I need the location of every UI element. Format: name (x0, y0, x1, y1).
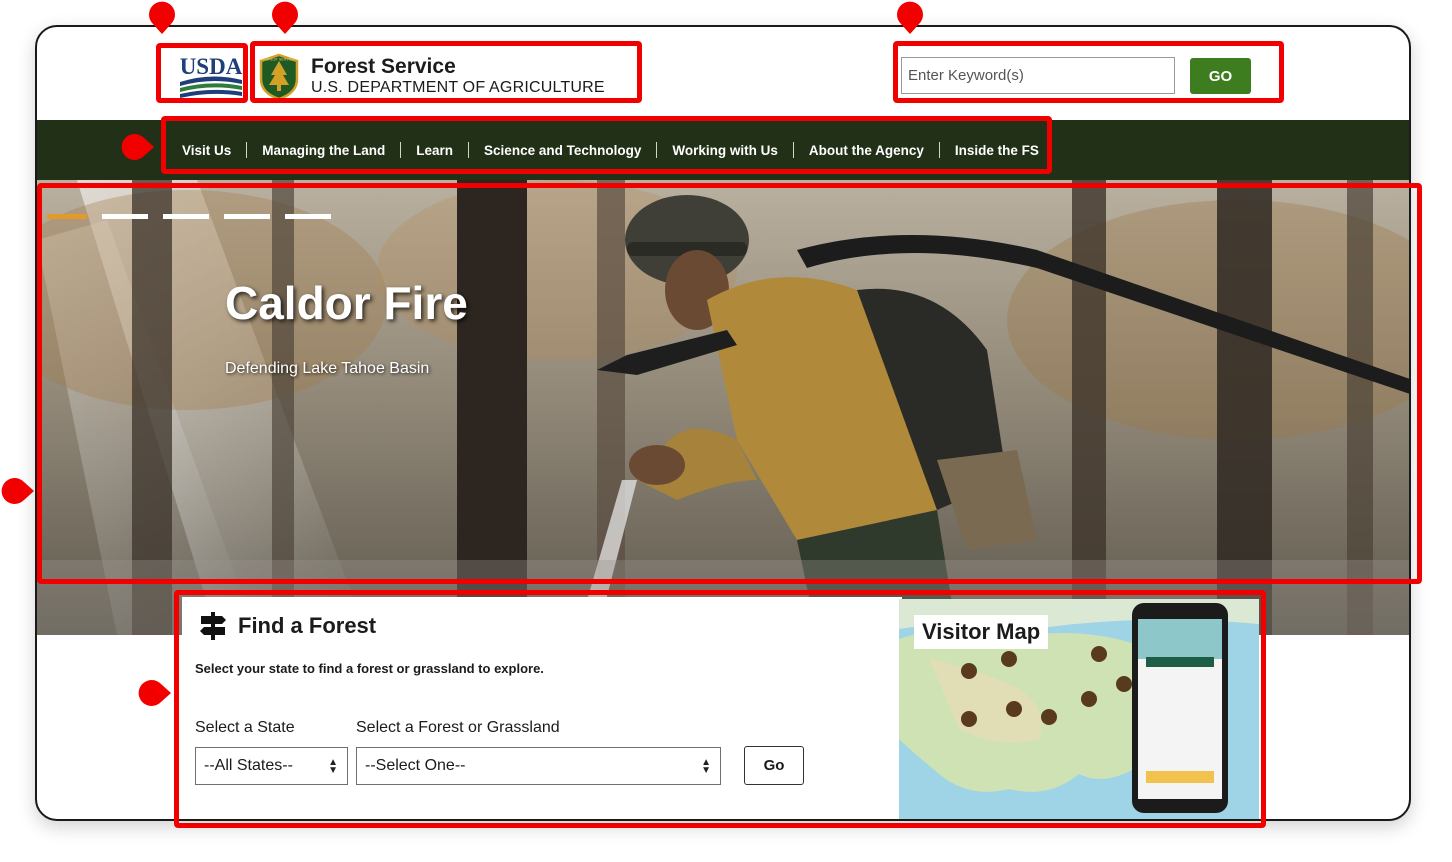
nav-managing-the-land[interactable]: Managing the Land (247, 143, 400, 158)
find-a-forest-title: Find a Forest (238, 613, 377, 638)
search-go-button[interactable]: GO (1190, 58, 1251, 94)
carousel-dot-2[interactable] (102, 214, 148, 219)
nav-learn[interactable]: Learn (401, 143, 468, 158)
find-a-forest-card: Find a Forest Select your state to find … (182, 597, 902, 819)
hero-carousel[interactable]: Caldor Fire Defending Lake Tahoe Basin (37, 180, 1409, 635)
nav-about-the-agency[interactable]: About the Agency (794, 143, 939, 158)
agency-name: Forest Service (311, 55, 456, 78)
state-select-label: Select a State (195, 719, 295, 736)
forest-service-shield-icon: FOREST SERVICE (259, 53, 299, 101)
nav-science-and-technology[interactable]: Science and Technology (469, 143, 656, 158)
signpost-icon (200, 612, 226, 640)
select-arrows-icon: ▲ ▼ (701, 757, 711, 776)
usda-logo-text: USDA (180, 54, 243, 79)
state-select-value: --All States-- (204, 757, 293, 774)
agency-subtitle: U.S. DEPARTMENT OF AGRICULTURE (311, 79, 605, 96)
carousel-dot-1[interactable] (47, 214, 87, 219)
nav-visit-us[interactable]: Visit Us (167, 143, 246, 158)
visitor-map-promo[interactable]: Visitor Map (899, 599, 1259, 819)
carousel-indicators (47, 214, 331, 219)
browser-frame: USDA FOREST SERVICE Forest Service U.S. … (35, 25, 1411, 821)
forest-select[interactable]: --Select One-- ▲ ▼ (356, 747, 721, 785)
state-select[interactable]: --All States-- ▲ ▼ (195, 747, 348, 785)
annotation-marker-5 (1, 478, 34, 504)
find-forest-go-button[interactable]: Go (744, 746, 804, 785)
usda-logo[interactable]: USDA (178, 52, 244, 98)
forest-select-value: --Select One-- (365, 757, 466, 774)
forest-select-label: Select a Forest or Grassland (356, 719, 560, 736)
hero-image (37, 180, 1409, 635)
forest-service-logo[interactable]: FOREST SERVICE Forest Service U.S. DEPAR… (257, 52, 605, 102)
visitor-map-label: Visitor Map (914, 615, 1049, 649)
carousel-dot-5[interactable] (285, 214, 331, 219)
shield-text: FOREST SERVICE (263, 58, 295, 62)
carousel-dot-4[interactable] (224, 214, 270, 219)
nav-working-with-us[interactable]: Working with Us (657, 143, 793, 158)
hero-subtitle: Defending Lake Tahoe Basin (225, 360, 430, 377)
hero-title[interactable]: Caldor Fire (225, 276, 468, 330)
main-nav: Visit Us Managing the Land Learn Science… (37, 120, 1409, 180)
nav-inside-the-fs[interactable]: Inside the FS (940, 143, 1054, 158)
select-arrows-icon: ▲ ▼ (328, 757, 338, 776)
find-a-forest-description: Select your state to find a forest or gr… (195, 661, 544, 676)
search-input[interactable] (901, 57, 1175, 94)
carousel-dot-3[interactable] (163, 214, 209, 219)
